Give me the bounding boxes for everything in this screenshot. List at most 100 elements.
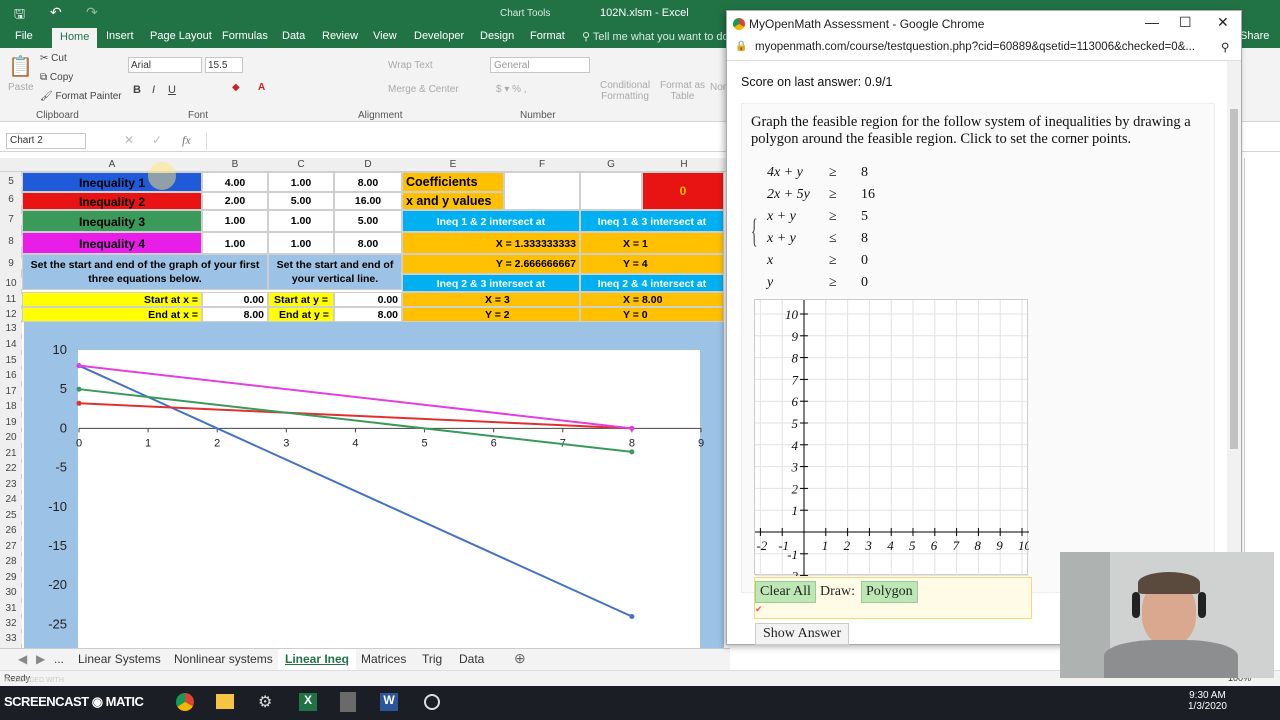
graph-y-label: 3 xyxy=(791,460,799,475)
explorer-taskbar-icon[interactable] xyxy=(216,694,234,709)
series-point[interactable] xyxy=(629,613,635,619)
series-point[interactable] xyxy=(76,400,82,406)
inequality-rhs: 8 xyxy=(861,165,868,180)
graph-y-label: -2 xyxy=(787,569,798,576)
x-tick-label: 2 xyxy=(214,437,220,449)
answer-graph[interactable]: -2-11234567891010987654321-1-2 xyxy=(754,299,1032,584)
series-point[interactable] xyxy=(629,449,635,455)
y-tick-label: -20 xyxy=(48,577,67,592)
inequality-lhs: 2x + 5y xyxy=(767,187,810,202)
sheet-tab-trig[interactable]: Trig xyxy=(422,652,442,666)
chrome-taskbar-icon[interactable] xyxy=(176,693,194,711)
chrome-logo-icon xyxy=(733,18,745,30)
series-line[interactable] xyxy=(78,402,632,430)
graph-x-label: 3 xyxy=(864,538,872,553)
graph-x-label: 5 xyxy=(909,538,916,553)
record-taskbar-icon[interactable] xyxy=(424,694,440,710)
x-tick-label: 3 xyxy=(283,437,289,449)
x-tick-label: 8 xyxy=(629,437,635,449)
presenter-shirt xyxy=(1104,640,1238,678)
x-tick-label: 5 xyxy=(421,437,427,449)
add-sheet-icon[interactable]: ⊕ xyxy=(514,650,526,667)
calculator-taskbar-icon[interactable] xyxy=(340,692,356,712)
headphone-left xyxy=(1132,592,1140,618)
system-brace: { xyxy=(751,213,758,250)
answer-graph-svg[interactable]: -2-11234567891010987654321-1-2 xyxy=(755,300,1032,584)
score-text: Score on last answer: 0.9/1 xyxy=(741,75,893,89)
word-taskbar-icon[interactable]: W xyxy=(380,693,398,711)
clock-time: 9:30 AM xyxy=(1189,690,1226,701)
app-taskbar-icon[interactable]: ⚙ xyxy=(258,692,272,712)
inequality-lhs: y xyxy=(767,275,774,290)
show-answer-button[interactable]: Show Answer xyxy=(755,623,850,645)
y-tick-label: -15 xyxy=(48,538,67,553)
sheet-tab-more[interactable]: ... xyxy=(54,652,64,666)
next-sheet-icon[interactable]: ▶ xyxy=(36,652,45,666)
inequality-row: x ≥0 xyxy=(767,253,907,273)
minimize-icon[interactable]: — xyxy=(1145,14,1159,30)
chrome-window-title: MyOpenMath Assessment - Google Chrome xyxy=(749,17,985,31)
graph-y-label: 6 xyxy=(792,394,799,409)
inequality-row: 4x + y ≥8 xyxy=(767,165,907,185)
prev-sheet-icon[interactable]: ◀ xyxy=(18,652,27,666)
inequality-operator: ≤ xyxy=(829,231,837,246)
graph-x-label: 6 xyxy=(931,538,938,553)
sheet-tab-matrices[interactable]: Matrices xyxy=(361,652,406,666)
series-point[interactable] xyxy=(629,425,635,431)
inequality-operator: ≥ xyxy=(829,187,837,202)
inequality-lhs: 4x + y xyxy=(767,165,803,180)
inequality-lhs: x xyxy=(767,253,774,268)
graph-x-label: 8 xyxy=(974,538,981,553)
clear-all-button[interactable]: Clear All xyxy=(755,581,816,603)
series-point[interactable] xyxy=(76,363,82,369)
sheet-tab-linear-ineq[interactable]: Linear Ineq xyxy=(278,649,357,670)
inequality-rhs: 8 xyxy=(861,231,868,246)
maximize-icon[interactable]: ☐ xyxy=(1179,14,1192,31)
chrome-window: MyOpenMath Assessment - Google Chrome — … xyxy=(726,10,1242,645)
chrome-scrollbar-thumb[interactable] xyxy=(1230,109,1238,449)
x-tick-label: 4 xyxy=(352,437,358,449)
recorded-with: RECORDED WITH xyxy=(4,677,64,684)
polygon-button[interactable]: Polygon xyxy=(861,581,918,603)
share-button[interactable]: Share xyxy=(1240,30,1269,42)
presenter-hair xyxy=(1138,572,1200,594)
graph-y-label: 7 xyxy=(792,372,799,387)
url-text[interactable]: myopenmath.com/course/testquestion.php?c… xyxy=(755,41,1195,53)
inequality-operator: ≥ xyxy=(829,209,837,224)
graph-y-label: 9 xyxy=(792,329,799,344)
sheet-tab-nonlinear-systems[interactable]: Nonlinear systems xyxy=(174,652,273,666)
graph-y-label: 4 xyxy=(792,438,799,453)
inequality-lhs: x + y xyxy=(767,209,796,224)
watermark-1: SCREENCAST xyxy=(4,694,89,709)
inequality-rhs: 0 xyxy=(861,253,868,268)
address-bar[interactable]: 🔒 myopenmath.com/course/testquestion.php… xyxy=(727,37,1241,61)
inequality-row: y ≥0 xyxy=(767,275,907,295)
inequality-row: x + y ≥5 xyxy=(767,209,907,229)
zoom-icon[interactable]: ⚲ xyxy=(1221,40,1229,54)
question-text: Graph the feasible region for the follow… xyxy=(751,114,1191,147)
graph-y-label: 8 xyxy=(792,351,799,366)
series-point[interactable] xyxy=(76,386,82,392)
graph-x-label: 2 xyxy=(844,538,851,553)
excel-taskbar-icon[interactable]: X xyxy=(299,693,317,711)
graph-y-label: 2 xyxy=(792,481,799,496)
webcam-overlay xyxy=(1060,552,1274,678)
chrome-title-bar: MyOpenMath Assessment - Google Chrome — … xyxy=(727,11,1241,37)
clock[interactable]: 9:30 AM 1/3/2020 xyxy=(1188,690,1227,712)
headphone-right xyxy=(1198,592,1206,618)
graph-y-label: 10 xyxy=(785,307,799,322)
sheet-tab-data[interactable]: Data xyxy=(459,652,484,666)
draw-label: Draw: xyxy=(820,584,855,599)
inequality-rhs: 16 xyxy=(861,187,875,202)
clock-date: 1/3/2020 xyxy=(1188,701,1227,712)
graph-y-label: 5 xyxy=(792,416,799,431)
y-tick-label: -10 xyxy=(48,499,67,514)
lock-icon: 🔒 xyxy=(735,41,748,52)
graph-y-label: -1 xyxy=(787,547,798,562)
sheet-tab-linear-systems[interactable]: Linear Systems xyxy=(78,652,161,666)
y-tick-label: -25 xyxy=(48,616,67,631)
series-line[interactable] xyxy=(78,364,633,618)
series-line[interactable] xyxy=(78,364,633,430)
close-icon[interactable]: ✕ xyxy=(1217,14,1229,31)
inequality-operator: ≥ xyxy=(829,253,837,268)
